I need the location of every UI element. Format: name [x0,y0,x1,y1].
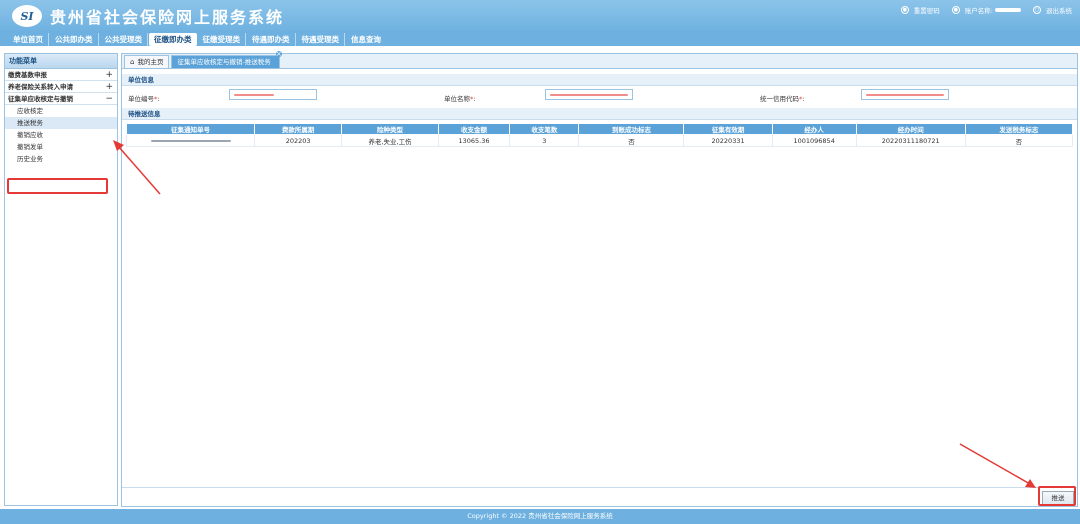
header-actions: ● 重置密码 ● 账户名称: ○ 退出系统 [889,5,1072,15]
footer: Copyright © 2022 贵州省社会保险网上服务系统 [0,509,1080,524]
credit-code-label-text: 统一信用代码 [760,95,799,103]
required-mark: * [799,95,803,103]
tab-home-label: 我的主页 [137,57,164,66]
tab-push-tax[interactable]: 征集单应收核定与撤销-推送税务 × [171,51,282,68]
sidebar-title: 功能菜单 [5,54,117,69]
power-icon: ○ [1033,6,1041,14]
col-handle-time: 经办时间 [855,123,966,135]
unit-no-field[interactable] [229,89,317,100]
person-icon: ● [900,6,909,14]
menu-benefit-instant[interactable]: 待遇即办类 [247,32,296,46]
annotation-highlight-box [1038,486,1076,506]
logout-label: 退出系统 [1046,7,1072,15]
col-tax-flag: 发送税务标志 [964,123,1074,135]
cell-handler: 1001096854 [771,134,857,147]
push-table: 征集通知单号 费款所属期 险种类型 收支金额 收支笔数 到账成功标志 征集有效期… [125,123,1074,147]
top-menu: 单位首页 公共即办类 公共受理类 征缴即办类 征缴受理类 待遇即办类 待遇受理类… [0,32,1080,46]
group-label: 养老保险关系转入申请 [8,83,73,91]
logo: SI 贵州省社会保险网上服务系统 [12,4,284,28]
menu-collection-accept[interactable]: 征缴受理类 [198,32,246,46]
required-mark: * [470,95,474,103]
sidebar-item-push-tax[interactable]: 推送税务 [5,117,117,129]
table-row[interactable]: 202203 养老,失业,工伤 13065.36 3 否 20220331 10… [125,134,1074,147]
close-icon[interactable]: × [275,51,282,58]
group-label: 缴费基数申报 [8,71,47,79]
menu-public-accept[interactable]: 公共受理类 [100,32,148,46]
sidebar-group-base-declare[interactable]: 缴费基数申报 + [5,69,117,81]
menu-unit-home[interactable]: 单位首页 [8,32,49,46]
action-bar-divider [122,487,1077,488]
masked-value [866,93,944,96]
cell-amount: 13065.36 [437,134,511,147]
col-amount: 收支金额 [437,123,511,135]
cell-count: 3 [509,134,580,147]
tab-bar: ⌂ 我的主页 征集单应收核定与撤销-推送税务 × [122,51,1077,69]
masked-value [550,93,628,96]
sidebar-item-cancel-receivable[interactable]: 撤销应收 [5,129,117,141]
collapse-icon[interactable]: − [105,93,113,105]
unit-name-label-text: 单位名称 [444,95,470,103]
cell-tax-flag: 否 [964,134,1074,147]
credit-code-label: 统一信用代码*: [760,95,805,103]
col-handler: 经办人 [771,123,857,135]
menu-benefit-accept[interactable]: 待遇受理类 [297,32,345,46]
function-sidebar: 功能菜单 缴费基数申报 + 养老保险关系转入申请 + 征集单应收核定与撤销 − … [4,53,118,506]
reset-password-link[interactable]: ● 重置密码 [900,5,940,15]
account-info: ● 账户名称: [951,5,1021,15]
unit-no-label-text: 单位编号 [128,95,154,103]
user-icon: ● [951,6,960,14]
masked-value [150,139,231,142]
app-header: SI 贵州省社会保险网上服务系统 ● 重置密码 ● 账户名称: ○ 退出系统 [0,0,1080,32]
push-info-section-title: 待推送信息 [122,108,1077,120]
table-header-row: 征集通知单号 费款所属期 险种类型 收支金额 收支笔数 到账成功标志 征集有效期… [125,123,1074,135]
cell-handle-time: 20220311180721 [855,134,966,147]
group-label: 征集单应收核定与撤销 [8,95,73,103]
cell-arrival-flag: 否 [578,134,685,147]
unit-no-label: 单位编号*: [128,95,160,103]
unit-info-section-title: 单位信息 [122,74,1077,86]
cell-notice-no [125,134,256,147]
sidebar-item-history[interactable]: 历史业务 [5,153,117,165]
col-arrival-flag: 到账成功标志 [578,123,685,135]
col-period: 费款所属期 [254,123,343,135]
sidebar-item-cancel-issue[interactable]: 撤销发单 [5,141,117,153]
cell-period: 202203 [254,134,343,147]
menu-collection-instant[interactable]: 征缴即办类 [149,32,197,46]
unit-name-field[interactable] [545,89,633,100]
account-name-masked [995,8,1021,12]
si-logo-icon: SI [12,5,42,27]
unit-name-label: 单位名称*: [444,95,476,103]
masked-value [234,93,274,96]
credit-code-field[interactable] [861,89,949,100]
cell-insurance-type: 养老,失业,工伤 [341,134,439,147]
app-title: 贵州省社会保险网上服务系统 [50,8,285,27]
required-mark: * [154,95,158,103]
col-notice-no: 征集通知单号 [125,123,256,135]
account-label: 账户名称: [964,7,993,15]
sidebar-item-receivable-approve[interactable]: 应收核定 [5,105,117,117]
sidebar-group-receivable[interactable]: 征集单应收核定与撤销 − [5,93,117,105]
col-count: 收支笔数 [509,123,580,135]
tab-home[interactable]: ⌂ 我的主页 [124,55,170,68]
sidebar-group-pension-transfer[interactable]: 养老保险关系转入申请 + [5,81,117,93]
col-insurance-type: 险种类型 [341,123,439,135]
cell-valid-period: 20220331 [683,134,773,147]
annotation-highlight-box [7,178,108,194]
menu-public-instant[interactable]: 公共即办类 [50,32,99,46]
expand-icon[interactable]: + [105,69,113,81]
main-content: ⌂ 我的主页 征集单应收核定与撤销-推送税务 × 单位信息 单位编号*: 单位名… [121,51,1078,507]
col-valid-period: 征集有效期 [683,123,773,135]
expand-icon[interactable]: + [105,81,113,93]
unit-info-row: 单位编号*: 单位名称*: 统一信用代码*: [122,86,1077,106]
reset-password-label: 重置密码 [913,7,940,15]
menu-info-query[interactable]: 信息查询 [346,33,386,46]
logout-link[interactable]: ○ 退出系统 [1033,5,1072,15]
tab-push-tax-label: 征集单应收核定与撤销-推送税务 [177,57,271,66]
home-icon: ⌂ [130,57,135,66]
